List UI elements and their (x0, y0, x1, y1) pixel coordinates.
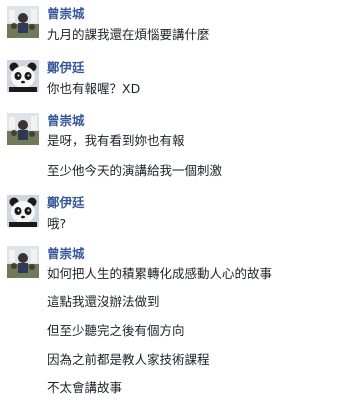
message-text: 至少他今天的演講給我一個刺激 (47, 163, 223, 178)
message-text: 不太會講故事 (47, 380, 123, 395)
sender-name[interactable]: 曾崇城 (47, 246, 85, 262)
message-text: 這點我還沒辦法做到 (47, 294, 160, 309)
profile-photo-icon[interactable] (7, 246, 39, 278)
profile-photo-icon[interactable] (7, 6, 39, 38)
chat-thread: 曾崇城 九月的課我還在煩惱要講什麼 鄭伊廷 你也有報喔？XD 曾崇城 是呀，我有… (0, 0, 342, 400)
message-text: 是呀，我有看到妳也有報 (47, 133, 185, 148)
sender-name[interactable]: 曾崇城 (47, 113, 85, 129)
panda-avatar-icon[interactable] (7, 195, 39, 227)
message-text: 如何把人生的積累轉化成感動人心的故事 (47, 266, 273, 281)
sender-name[interactable]: 鄭伊廷 (47, 195, 85, 211)
message-text: 但至少聽完之後有個方向 (47, 323, 185, 338)
sender-name[interactable]: 鄭伊廷 (47, 60, 85, 76)
profile-photo-icon[interactable] (7, 113, 39, 145)
panda-avatar-icon[interactable] (7, 60, 39, 92)
message-text: 你也有報喔？XD (47, 81, 141, 96)
message-text: 哦? (47, 216, 67, 231)
message-text: 因為之前都是教人家技術課程 (47, 352, 210, 367)
sender-name[interactable]: 曾崇城 (47, 6, 85, 22)
message-text: 九月的課我還在煩惱要講什麼 (47, 27, 210, 42)
